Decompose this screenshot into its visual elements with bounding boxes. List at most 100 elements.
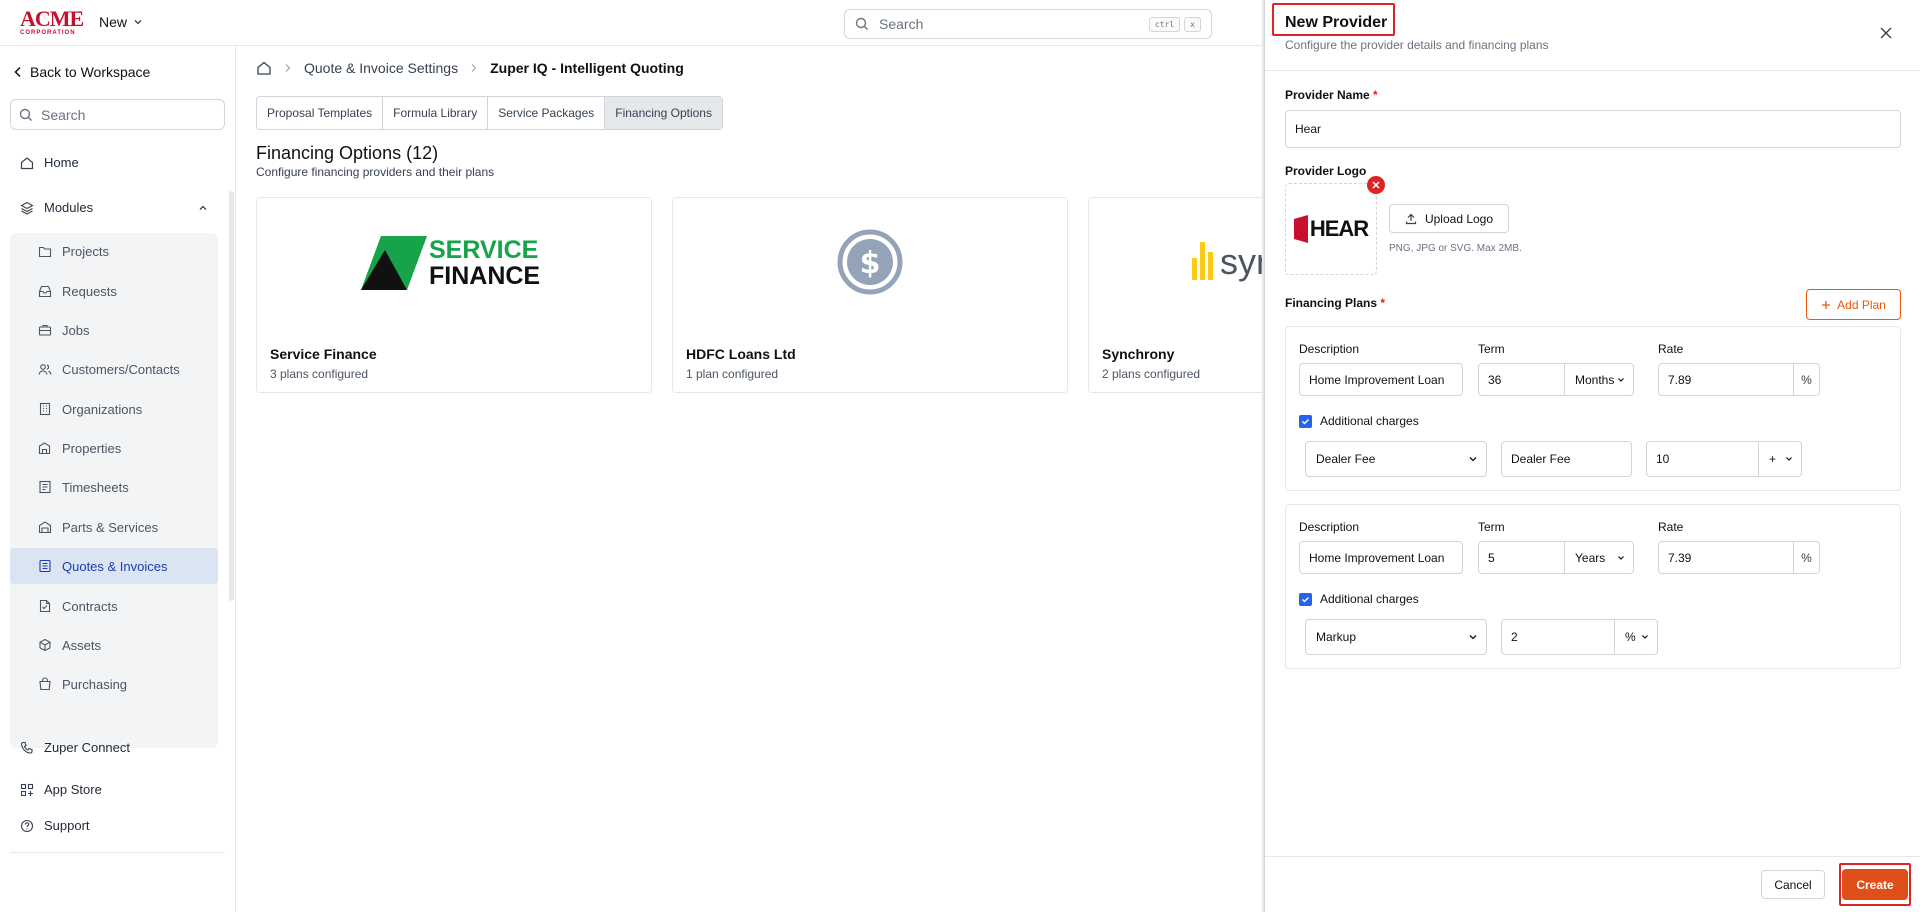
chevron-left-icon	[14, 66, 22, 78]
additional-charges-checkbox[interactable]: Additional charges	[1299, 414, 1419, 428]
charge-value-input[interactable]: 10	[1646, 441, 1759, 477]
charge-unit-select[interactable]: %	[1615, 619, 1658, 655]
cancel-button[interactable]: Cancel	[1761, 870, 1825, 899]
global-search-placeholder: Search	[879, 16, 924, 32]
charge-unit-select[interactable]: +	[1759, 441, 1802, 477]
chevron-right-icon	[470, 63, 478, 73]
sidebar-item-organizations[interactable]: Organizations	[10, 391, 218, 427]
breadcrumb-current: Zuper IQ - Intelligent Quoting	[490, 60, 684, 76]
close-icon[interactable]	[1879, 26, 1893, 40]
sidebar-item-requests[interactable]: Requests	[10, 273, 218, 309]
global-search-input[interactable]: Search ctrl x	[844, 9, 1212, 39]
company-logo[interactable]: ACME CORPORATION	[20, 8, 84, 37]
financing-plans-label: Financing Plans *	[1285, 296, 1386, 310]
upload-logo-button[interactable]: Upload Logo	[1389, 204, 1509, 233]
layers-icon	[20, 201, 34, 215]
chevron-down-icon	[1641, 633, 1649, 641]
sidebar-item-properties[interactable]: Properties	[10, 430, 218, 466]
remove-logo-icon[interactable]	[1367, 176, 1385, 194]
panel-subtitle: Configure the provider details and finan…	[1285, 38, 1549, 52]
main-content: Quote & Invoice Settings Zuper IQ - Inte…	[236, 46, 1484, 912]
new-button[interactable]: New	[99, 14, 143, 30]
charge-name-input[interactable]: Dealer Fee	[1501, 441, 1632, 477]
sidebar-item-home[interactable]: Home	[20, 155, 79, 170]
plus-icon	[1821, 300, 1831, 310]
sidebar-item-label: Projects	[62, 243, 109, 259]
charge-type-select[interactable]: Dealer Fee	[1305, 441, 1487, 477]
settings-tabs: Proposal Templates Formula Library Servi…	[256, 96, 723, 130]
create-button[interactable]: Create	[1842, 869, 1908, 900]
sidebar-modules-toggle[interactable]: Modules	[20, 200, 208, 215]
sidebar-scrollbar[interactable]	[229, 191, 234, 601]
charge-type-select[interactable]: Markup	[1305, 619, 1487, 655]
sidebar-item-purchasing[interactable]: Purchasing	[10, 666, 218, 702]
financing-plan-card: Description Term Rate Home Improvement L…	[1285, 326, 1901, 491]
tab-service-packages[interactable]: Service Packages	[488, 97, 606, 129]
chevron-down-icon	[133, 17, 143, 27]
apps-grid-icon	[20, 783, 34, 797]
property-icon	[38, 441, 52, 455]
sidebar-search-input[interactable]: Search	[10, 99, 225, 130]
plan-rate-input[interactable]: 7.39	[1658, 541, 1794, 574]
description-label: Description	[1299, 520, 1360, 534]
inbox-icon	[38, 284, 52, 298]
sidebar-item-assets[interactable]: Assets	[10, 627, 218, 663]
page-title: Financing Options (12)	[256, 143, 439, 163]
breadcrumb-link[interactable]: Quote & Invoice Settings	[304, 60, 458, 76]
tab-formula-library[interactable]: Formula Library	[383, 97, 489, 129]
term-unit-select[interactable]: Years	[1564, 541, 1634, 574]
sidebar-item-jobs[interactable]: Jobs	[10, 312, 218, 348]
sidebar-item-contracts[interactable]: Contracts	[10, 588, 218, 624]
sidebar-item-quotes-invoices[interactable]: Quotes & Invoices	[10, 548, 218, 584]
service-finance-logo: SERVICE FINANCE	[361, 236, 551, 292]
dollar-circle-icon: $	[836, 228, 904, 296]
plan-rate-input[interactable]: 7.89	[1658, 363, 1794, 396]
shortcut-key-x: x	[1184, 16, 1201, 32]
sidebar-item-label: Organizations	[62, 401, 143, 417]
sidebar-item-support[interactable]: Support	[20, 818, 90, 833]
help-circle-icon	[20, 819, 34, 833]
back-label: Back to Workspace	[30, 64, 151, 80]
chevron-down-icon	[1785, 455, 1793, 463]
sidebar-item-label: Quotes & Invoices	[62, 558, 168, 574]
home-icon	[20, 156, 34, 170]
sidebar-item-parts-services[interactable]: Parts & Services	[10, 509, 218, 545]
sidebar-item-label: Home	[44, 155, 79, 170]
provider-plan-count: 1 plan configured	[686, 367, 779, 381]
back-to-workspace-link[interactable]: Back to Workspace	[14, 64, 150, 80]
briefcase-icon	[38, 323, 52, 337]
breadcrumb: Quote & Invoice Settings Zuper IQ - Inte…	[256, 60, 684, 76]
sidebar-item-customers-contacts[interactable]: Customers/Contacts	[10, 351, 218, 387]
additional-charges-label: Additional charges	[1320, 414, 1419, 428]
provider-name-input[interactable]: Hear	[1285, 110, 1901, 148]
sidebar-item-projects[interactable]: Projects	[10, 233, 218, 269]
sidebar-item-zuper-connect[interactable]: Zuper Connect	[20, 740, 130, 755]
additional-charges-label: Additional charges	[1320, 592, 1419, 606]
plan-term-input[interactable]: 5	[1478, 541, 1565, 574]
new-provider-panel: New Provider Configure the provider deta…	[1264, 0, 1920, 912]
tab-proposal-templates[interactable]: Proposal Templates	[257, 97, 384, 129]
home-icon[interactable]	[256, 60, 272, 76]
add-plan-label: Add Plan	[1837, 297, 1886, 312]
sidebar-item-label: Requests	[62, 283, 117, 299]
sidebar-item-app-store[interactable]: App Store	[20, 782, 102, 797]
sidebar-item-label: Jobs	[62, 322, 90, 338]
contract-icon	[38, 599, 52, 613]
folder-icon	[38, 244, 52, 258]
plan-description-input[interactable]: Home Improvement Loan	[1299, 363, 1463, 396]
term-unit-select[interactable]: Months	[1564, 363, 1634, 396]
sidebar-item-label: Parts & Services	[62, 519, 159, 535]
timesheet-icon	[38, 480, 52, 494]
add-plan-button[interactable]: Add Plan	[1806, 289, 1901, 320]
panel-footer-divider	[1265, 856, 1920, 857]
bag-icon	[38, 677, 52, 691]
tab-financing-options[interactable]: Financing Options	[605, 97, 722, 129]
plan-description-input[interactable]: Home Improvement Loan	[1299, 541, 1463, 574]
sidebar-item-label: Contracts	[62, 598, 118, 614]
plan-term-input[interactable]: 36	[1478, 363, 1565, 396]
provider-card-service-finance[interactable]: SERVICE FINANCE Service Finance 3 plans …	[256, 197, 652, 393]
charge-value-input[interactable]: 2	[1501, 619, 1615, 655]
provider-card-hdfc[interactable]: $ HDFC Loans Ltd 1 plan configured	[672, 197, 1068, 393]
sidebar-item-timesheets[interactable]: Timesheets	[10, 469, 218, 505]
additional-charges-checkbox[interactable]: Additional charges	[1299, 592, 1419, 606]
